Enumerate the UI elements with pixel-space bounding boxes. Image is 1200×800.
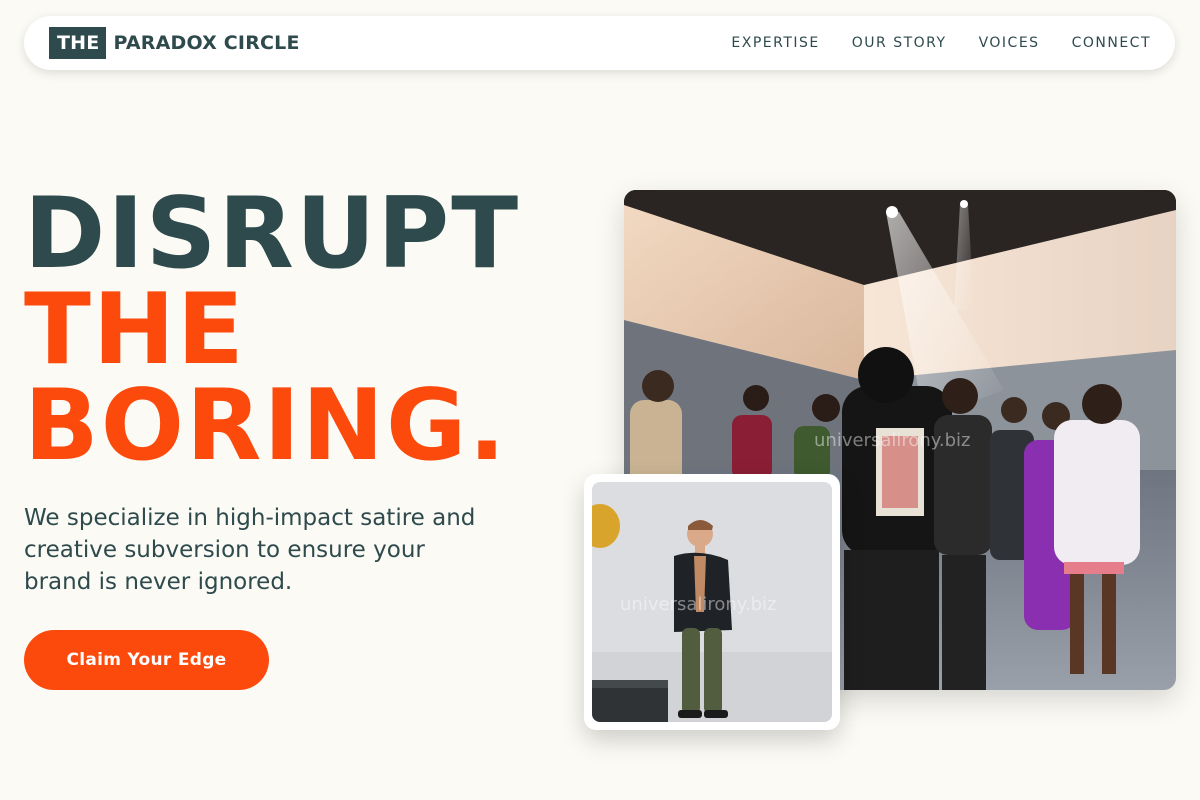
headline-line-2: THE xyxy=(24,273,246,387)
headline-line-1: DISRUPT xyxy=(24,177,521,291)
hero-headline: DISRUPT THE BORING. xyxy=(24,177,521,483)
logo-box: THE xyxy=(49,27,107,59)
nav-link-expertise[interactable]: EXPERTISE xyxy=(731,35,819,51)
nav-link-voices[interactable]: VOICES xyxy=(979,35,1040,51)
model-photo-frame xyxy=(592,482,832,722)
headline-line-3: BORING. xyxy=(24,369,508,483)
model-portrait-image xyxy=(592,482,832,722)
logo-text: PARADOX CIRCLE xyxy=(113,32,300,54)
hero-secondary-photo: universalirony.biz xyxy=(584,474,840,730)
nav-link-our-story[interactable]: OUR STORY xyxy=(852,35,947,51)
nav-links: EXPERTISE OUR STORY VOICES CONNECT xyxy=(731,35,1151,51)
top-navbar: THE PARADOX CIRCLE EXPERTISE OUR STORY V… xyxy=(24,16,1175,70)
brand-logo[interactable]: THE PARADOX CIRCLE xyxy=(49,27,300,59)
hero-description: We specialize in high-impact satire and … xyxy=(24,505,476,595)
nav-link-connect[interactable]: CONNECT xyxy=(1072,35,1151,51)
claim-your-edge-button[interactable]: Claim Your Edge xyxy=(24,630,269,690)
